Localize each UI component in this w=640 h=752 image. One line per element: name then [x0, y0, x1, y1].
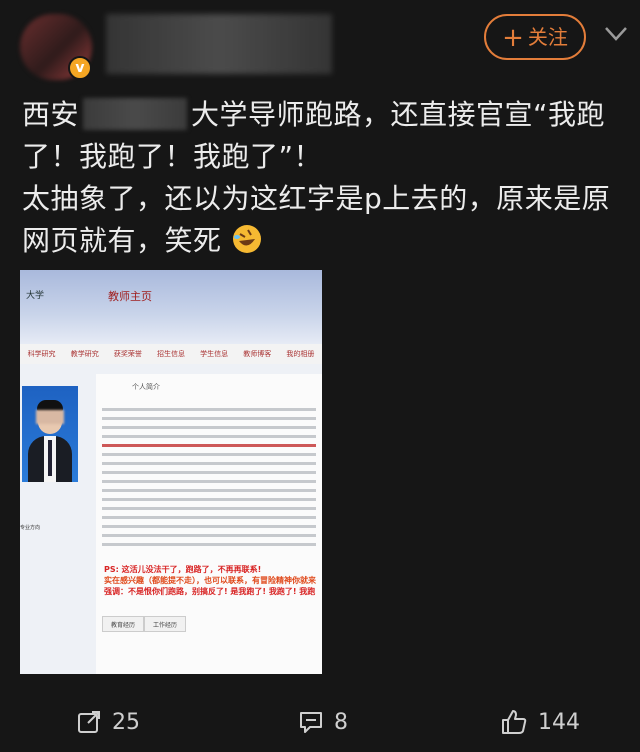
- redacted-university-name: [83, 98, 188, 130]
- post-header: v + 关注: [0, 0, 640, 90]
- image-red-notice: PS: 这活儿没法干了，跑路了，不再再联系! 实在感兴趣（都能提不走），也可以联…: [104, 564, 320, 597]
- face-mosaic: [36, 410, 64, 424]
- thumbs-up-icon: [502, 710, 527, 734]
- image-panel-title: 个人简介: [132, 383, 160, 391]
- like-button[interactable]: 144: [500, 704, 580, 740]
- image-banner-logo: 大学: [26, 291, 45, 301]
- post-text-line3: 太抽象了，还以为这红字是p上去的，原来是原网页就有，笑死: [22, 182, 611, 257]
- image-profile-panel: 个人简介 PS: 这活儿没法干了，跑路了，不再再联系! 实在感兴趣（都能提不走）…: [96, 374, 322, 674]
- follow-label: 关注: [527, 25, 568, 49]
- post-text: 西安 大学导师跑路，还直接官宣“我跑了！我跑了！我跑了”！ 太抽象了，还以为这红字…: [22, 94, 622, 262]
- profile-photo: [22, 386, 78, 482]
- plus-icon: +: [502, 23, 524, 53]
- image-ps-line3: 强调：不是恨你们跑路，别搞反了! 是我跑了! 我跑了! 我跑: [104, 587, 316, 596]
- image-nav-item: 获奖荣誉: [113, 350, 142, 358]
- post-image[interactable]: 大学 教师主页 科学研究 教学研究 获奖荣誉 招生信息 学生信息 教师博客 我的…: [20, 270, 322, 674]
- image-tab-education: 教育经历: [102, 616, 145, 632]
- post-text-part1: 西安: [22, 98, 80, 131]
- image-nav-item: 招生信息: [156, 350, 185, 358]
- image-banner: 大学 教师主页: [20, 270, 322, 344]
- image-banner-title: 教师主页: [108, 290, 152, 303]
- comment-count: 8: [334, 709, 348, 735]
- image-nav-item: 科学研究: [27, 350, 56, 358]
- image-nav-item: 我的相册: [286, 350, 315, 358]
- image-nav-item: 教学研究: [70, 350, 99, 358]
- repost-icon: [78, 711, 100, 733]
- image-nav-item: 教师博客: [243, 350, 272, 358]
- repost-count: 25: [112, 709, 140, 735]
- repost-button[interactable]: 25: [76, 704, 140, 740]
- image-tabs: 教育经历 工作经历: [102, 616, 252, 632]
- image-tab-work: 工作经历: [144, 616, 187, 632]
- like-count: 144: [538, 709, 580, 735]
- chevron-down-icon[interactable]: [600, 18, 632, 50]
- post-actions: 25 8 144: [0, 694, 640, 752]
- rolling-on-floor-laughing-icon: [232, 225, 261, 253]
- image-body-text: [102, 408, 316, 552]
- follow-button[interactable]: + 关注: [484, 14, 586, 60]
- image-left-info: 专业方向: [20, 525, 41, 531]
- username-redacted: [106, 14, 332, 74]
- verified-badge: v: [68, 56, 92, 80]
- image-ps-line2: 实在感兴趣（都能提不走），也可以联系，有冒险精神你就来: [104, 576, 316, 585]
- image-nav-item: 学生信息: [200, 350, 229, 358]
- image-body: 专业方向 个人简介 PS: 这活儿没法干了，跑路了，不再再联系! 实在感兴趣（都…: [20, 364, 322, 674]
- comment-icon: [300, 712, 322, 733]
- image-ps-line1: PS: 这活儿没法干了，跑路了，不再再联系!: [104, 565, 262, 574]
- image-nav: 科学研究 教学研究 获奖荣誉 招生信息 学生信息 教师博客 我的相册: [20, 344, 322, 364]
- comment-button[interactable]: 8: [298, 704, 348, 740]
